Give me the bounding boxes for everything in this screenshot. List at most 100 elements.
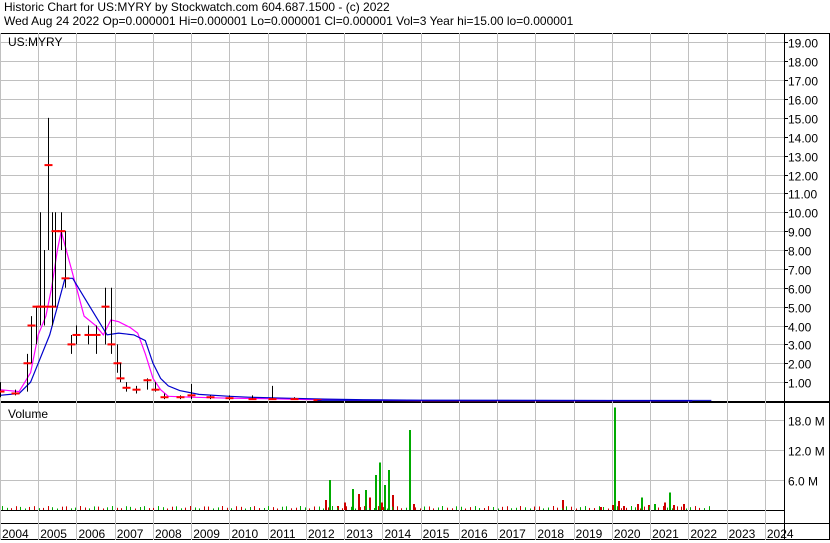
volume-bar-small <box>387 508 388 510</box>
volume-bar-small <box>704 508 705 510</box>
volume-bar-small <box>319 506 320 510</box>
volume-bar-small <box>507 506 508 510</box>
volume-bar-small <box>672 508 673 510</box>
volume-bar-small <box>43 507 44 510</box>
volume-tick-label: 18.0 M <box>788 415 825 429</box>
volume-bar-small <box>52 507 53 510</box>
volume-bar-small <box>34 506 35 510</box>
volume-bar-small <box>442 506 443 510</box>
volume-bar-small <box>176 506 177 510</box>
volume-bar <box>623 506 625 510</box>
volume-bar-small <box>635 507 636 510</box>
volume-bar-small <box>208 506 209 510</box>
volume-bar-small <box>406 507 407 510</box>
volume-bar-small <box>589 507 590 510</box>
volume-panel-frame <box>0 402 830 540</box>
volume-bar-small <box>342 508 343 510</box>
volume-bar-small <box>525 507 526 510</box>
volume-bar-small <box>612 506 613 510</box>
price-tick-label: 11.00 <box>788 188 817 202</box>
volume-bar-small <box>227 507 228 510</box>
volume-bar-small <box>181 508 182 510</box>
volume-bar-small <box>107 507 108 510</box>
x-tick-label: 2009 <box>193 527 220 541</box>
volume-bar-small <box>699 507 700 510</box>
volume-bar-small <box>603 507 604 510</box>
volume-bar-small <box>241 506 242 510</box>
price-tick-label: 6.00 <box>788 283 812 297</box>
price-tick-label: 13.00 <box>788 151 818 165</box>
volume-bar-small <box>516 507 517 510</box>
volume-bar-small <box>617 506 618 510</box>
x-tick-label: 2014 <box>384 527 411 541</box>
volume-bar-small <box>608 508 609 510</box>
volume-bar-small <box>580 507 581 510</box>
volume-bar-small <box>364 506 365 510</box>
volume-bar-small <box>163 507 164 510</box>
volume-bar-small <box>488 506 489 510</box>
volume-bar-small <box>378 506 379 510</box>
volume-bar-small <box>286 506 287 510</box>
volume-bar-small <box>89 508 90 510</box>
x-tick-label: 2018 <box>537 527 564 541</box>
price-tick-label: 9.00 <box>788 226 812 240</box>
volume-bar-small <box>29 506 30 510</box>
volume-bar-small <box>576 508 577 510</box>
volume-bar-small <box>346 506 347 510</box>
volume-bar-small <box>172 506 173 510</box>
price-panel-title: US:MYRY <box>8 35 62 49</box>
volume-bar <box>413 504 415 510</box>
volume-bar-small <box>7 507 8 510</box>
volume-bar-small <box>57 508 58 510</box>
volume-bar-small <box>300 506 301 510</box>
volume-bar-small <box>433 508 434 510</box>
volume-bar-small <box>438 507 439 510</box>
volume-bar <box>683 504 685 510</box>
volume-bar-small <box>25 508 26 510</box>
volume-bar-small <box>103 508 104 510</box>
volume-bar-small <box>112 506 113 510</box>
volume-bar-small <box>599 506 600 510</box>
price-tick-label: 2.00 <box>788 358 812 372</box>
price-tick-label: 12.00 <box>788 170 818 184</box>
volume-bar-small <box>424 506 425 510</box>
volume-bar <box>669 492 671 510</box>
volume-bar-small <box>452 508 453 510</box>
volume-bar-small <box>420 508 421 510</box>
volume-bar <box>673 505 675 510</box>
volume-bar-small <box>649 506 650 510</box>
x-tick-label: 2023 <box>729 527 756 541</box>
volume-bar <box>637 504 639 510</box>
volume-bar-small <box>328 507 329 510</box>
volume-bar-small <box>429 506 430 510</box>
volume-bar-small <box>690 507 691 510</box>
volume-bar-small <box>410 506 411 510</box>
volume-bar-small <box>355 508 356 510</box>
volume-bar <box>384 485 386 510</box>
x-tick-label: 2010 <box>231 527 258 541</box>
price-tick-label: 1.00 <box>788 377 812 391</box>
volume-bar-small <box>640 508 641 510</box>
volume-bar-small <box>213 508 214 510</box>
volume-bar-small <box>479 507 480 510</box>
volume-bar-small <box>337 507 338 510</box>
price-tick-label: 8.00 <box>788 245 812 259</box>
volume-bar-small <box>199 508 200 510</box>
volume-bar-small <box>2 506 3 510</box>
volume-bar <box>344 502 346 510</box>
volume-bar-small <box>461 506 462 510</box>
volume-bar <box>381 502 383 510</box>
volume-bar-small <box>360 507 361 510</box>
volume-bar-small <box>204 506 205 510</box>
volume-bar-small <box>190 506 191 510</box>
volume-bar-small <box>98 506 99 510</box>
volume-bar-small <box>323 508 324 510</box>
x-tick-label: 2017 <box>499 527 526 541</box>
x-tick-label: 2015 <box>423 527 450 541</box>
x-tick-label: 2022 <box>690 527 717 541</box>
volume-bar-small <box>236 506 237 510</box>
volume-bar-small <box>530 508 531 510</box>
volume-bar <box>618 501 620 510</box>
volume-bar-small <box>259 508 260 510</box>
volume-bar-small <box>250 507 251 510</box>
